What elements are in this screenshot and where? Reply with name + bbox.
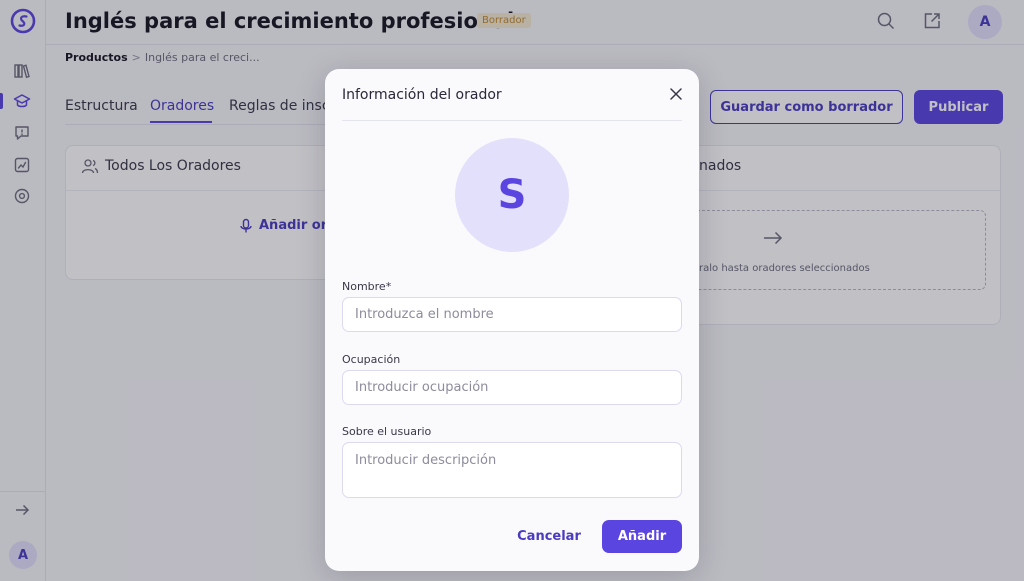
speaker-info-modal: Información del orador S Nombre* Ocupaci… [325, 69, 699, 571]
occupation-input[interactable] [342, 370, 682, 405]
modal-title: Información del orador [342, 87, 502, 103]
add-button[interactable]: Añadir [602, 520, 682, 553]
close-icon[interactable] [669, 87, 683, 101]
cancel-button[interactable]: Cancelar [511, 520, 587, 553]
occupation-field-label: Ocupación [342, 353, 401, 366]
about-textarea[interactable] [342, 442, 682, 498]
speaker-avatar[interactable]: S [455, 138, 569, 252]
name-field-label: Nombre* [342, 280, 392, 293]
modal-divider [342, 120, 682, 121]
name-input[interactable] [342, 297, 682, 332]
about-field-label: Sobre el usuario [342, 425, 432, 438]
